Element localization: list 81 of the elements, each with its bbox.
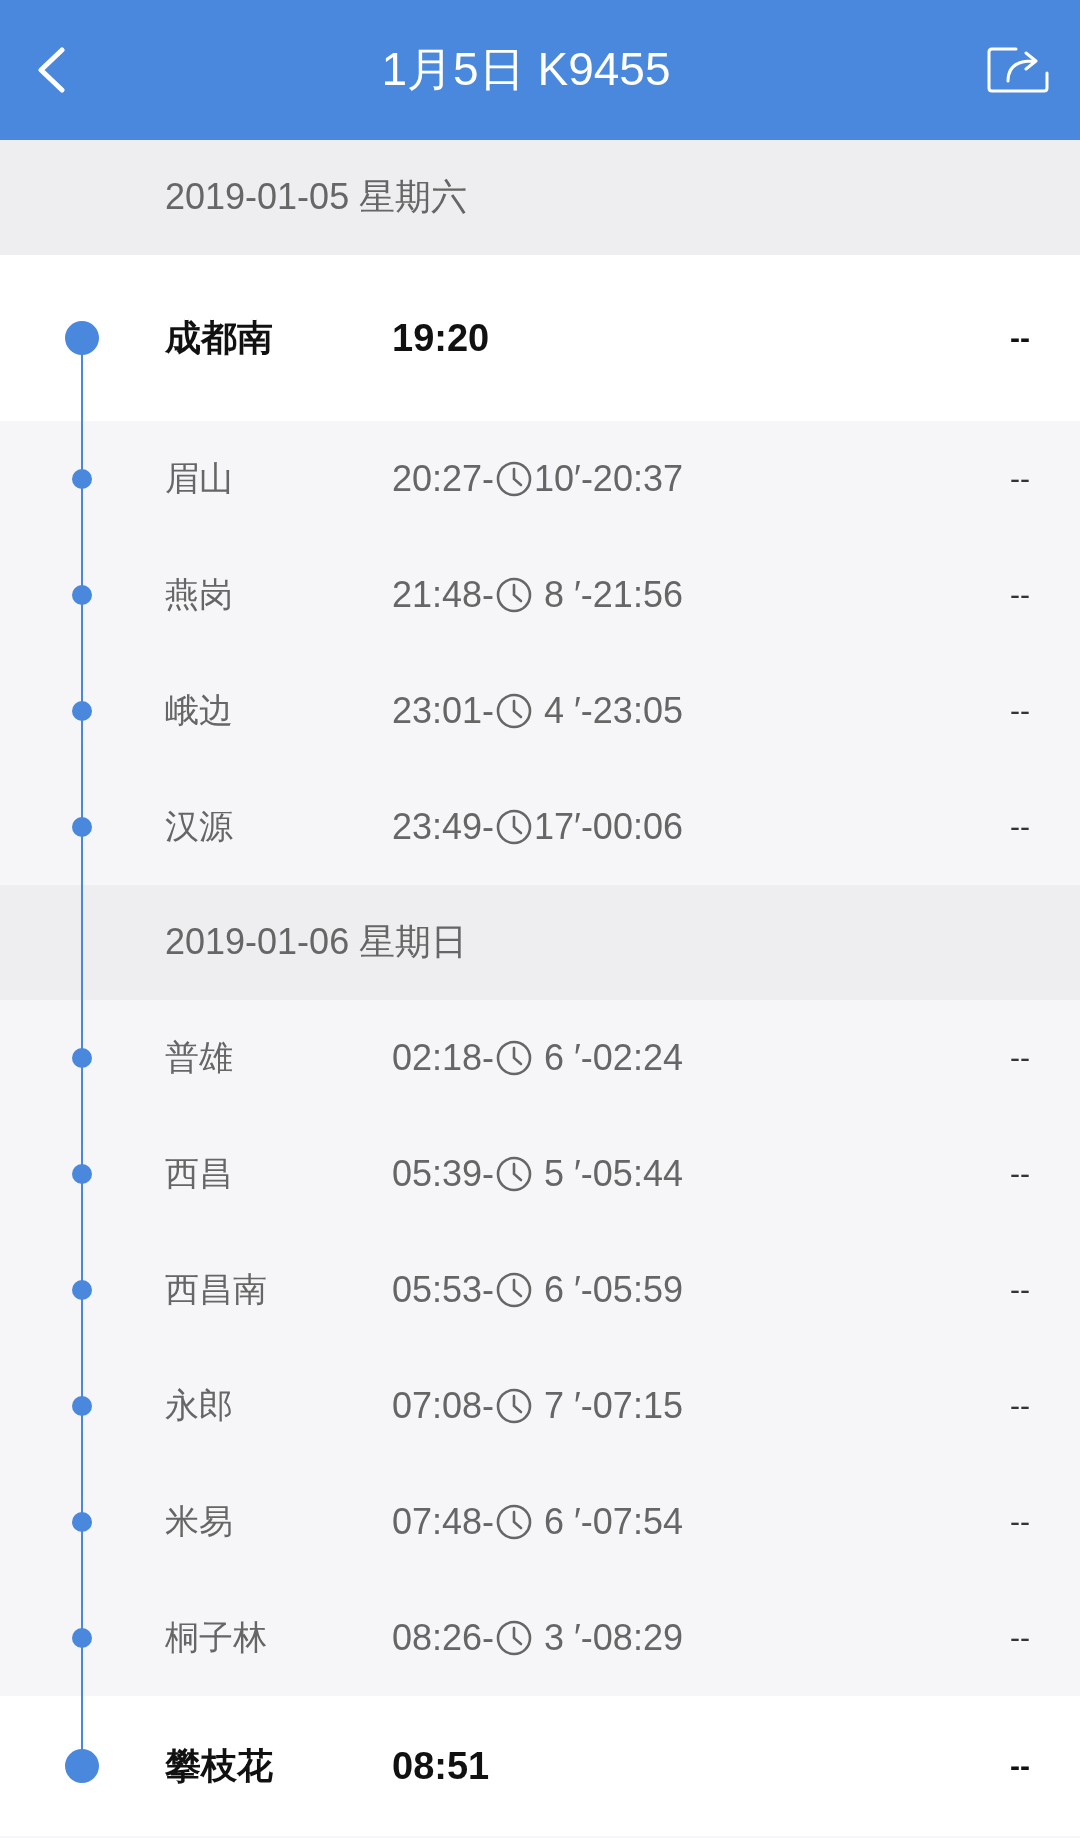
departure-time: -23:05 bbox=[580, 690, 683, 732]
departure-time: -21:56 bbox=[580, 574, 683, 616]
timeline-dot bbox=[72, 1396, 92, 1416]
arrival-time: 23:49- bbox=[392, 806, 495, 848]
departure-time: -05:59 bbox=[580, 1269, 683, 1311]
status-text: -- bbox=[1010, 1157, 1030, 1191]
arrival-time: 20:27- bbox=[392, 458, 495, 500]
stop-duration: 10′ bbox=[534, 458, 581, 500]
station-name: 米易 bbox=[165, 1500, 234, 1543]
stop-duration: 7 ′ bbox=[543, 1385, 581, 1427]
stop-duration: 6 ′ bbox=[543, 1269, 581, 1311]
stop-duration: 4 ′ bbox=[543, 690, 581, 732]
clock-icon bbox=[496, 577, 533, 613]
status-text: -- bbox=[1010, 578, 1030, 612]
stop-duration: 6 ′ bbox=[543, 1037, 581, 1079]
status-text: -- bbox=[1010, 1389, 1030, 1423]
status-text: -- bbox=[1010, 462, 1030, 496]
clock-icon bbox=[496, 693, 533, 729]
arrival-time: 08:26- bbox=[392, 1617, 495, 1659]
stop-duration: 5 ′ bbox=[543, 1153, 581, 1195]
timeline-dot bbox=[65, 321, 99, 355]
clock-icon bbox=[496, 809, 533, 845]
departure-time: -00:06 bbox=[580, 806, 683, 848]
station-name: 燕岗 bbox=[165, 573, 234, 616]
station-name: 永郎 bbox=[165, 1384, 234, 1427]
time-text: 08:51 bbox=[392, 1744, 490, 1788]
arrival-time: 02:18- bbox=[392, 1037, 495, 1079]
arrival-time: 23:01- bbox=[392, 690, 495, 732]
status-text: -- bbox=[1010, 321, 1030, 355]
clock-icon bbox=[496, 1156, 533, 1192]
status-text: -- bbox=[1010, 1041, 1030, 1075]
station-name: 眉山 bbox=[165, 457, 234, 500]
stop-duration: 6 ′ bbox=[543, 1501, 581, 1543]
station-name: 峨边 bbox=[165, 689, 234, 732]
departure-time: -07:15 bbox=[580, 1385, 683, 1427]
station-name: 普雄 bbox=[165, 1036, 234, 1079]
status-text: -- bbox=[1010, 1273, 1030, 1307]
clock-icon bbox=[496, 1504, 533, 1540]
stop-duration: 17′ bbox=[534, 806, 581, 848]
station-name: 西昌 bbox=[165, 1152, 234, 1195]
clock-icon bbox=[496, 1388, 533, 1424]
share-icon bbox=[986, 45, 1050, 95]
departure-time: -08:29 bbox=[580, 1617, 683, 1659]
timeline-dot bbox=[72, 1048, 92, 1068]
station-name: 桐子林 bbox=[165, 1616, 268, 1659]
time-text: 19:20 bbox=[392, 316, 490, 360]
status-text: -- bbox=[1010, 694, 1030, 728]
timeline-dot bbox=[72, 585, 92, 605]
status-text: -- bbox=[1010, 810, 1030, 844]
status-text: -- bbox=[1010, 1621, 1030, 1655]
station-name: 西昌南 bbox=[165, 1268, 268, 1311]
arrival-time: 05:39- bbox=[392, 1153, 495, 1195]
clock-icon bbox=[496, 461, 533, 497]
clock-icon bbox=[496, 1040, 533, 1076]
departure-time: -07:54 bbox=[580, 1501, 683, 1543]
timeline-dot bbox=[72, 469, 92, 489]
arrival-time: 21:48- bbox=[392, 574, 495, 616]
clock-icon bbox=[496, 1620, 533, 1656]
arrival-time: 07:08- bbox=[392, 1385, 495, 1427]
station-name: 汉源 bbox=[165, 805, 234, 848]
departure-time: -02:24 bbox=[580, 1037, 683, 1079]
timeline-dot bbox=[72, 817, 92, 837]
timeline-dot bbox=[65, 1749, 99, 1783]
departure-time: -05:44 bbox=[580, 1153, 683, 1195]
stop-duration: 3 ′ bbox=[543, 1617, 581, 1659]
page-title: 1月5日 K9455 bbox=[381, 42, 671, 97]
status-text: -- bbox=[1010, 1505, 1030, 1539]
timeline-dot bbox=[72, 701, 92, 721]
status-text: -- bbox=[1010, 1749, 1030, 1783]
timeline-dot bbox=[72, 1280, 92, 1300]
back-icon bbox=[36, 47, 66, 93]
arrival-time: 05:53- bbox=[392, 1269, 495, 1311]
timeline-dot bbox=[72, 1164, 92, 1184]
timeline-dot bbox=[72, 1512, 92, 1532]
departure-time: -20:37 bbox=[580, 458, 683, 500]
stop-duration: 8 ′ bbox=[543, 574, 581, 616]
clock-icon bbox=[496, 1272, 533, 1308]
station-name: 攀枝花 bbox=[165, 1743, 274, 1788]
timeline-dot bbox=[72, 1628, 92, 1648]
station-name: 成都南 bbox=[165, 315, 274, 360]
arrival-time: 07:48- bbox=[392, 1501, 495, 1543]
